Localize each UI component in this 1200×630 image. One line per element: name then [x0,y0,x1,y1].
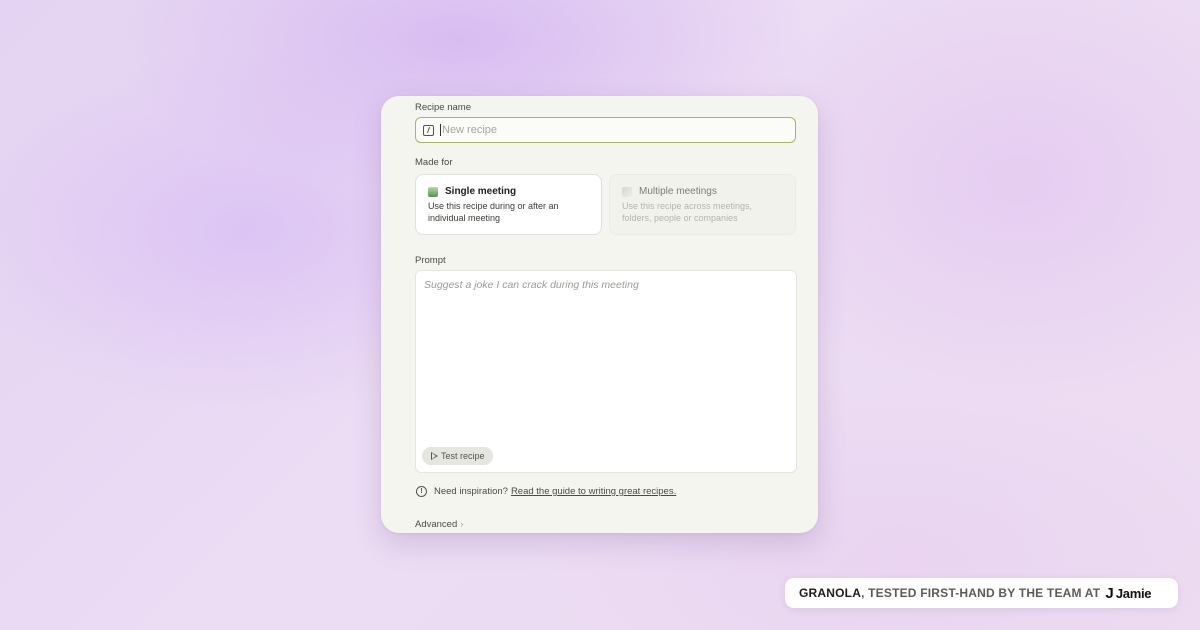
recipe-name-input[interactable] [441,124,762,136]
prompt-box: Test recipe [415,270,797,473]
option-title: Multiple meetings [639,186,717,197]
test-recipe-label: Test recipe [441,451,485,461]
prompt-label: Prompt [415,255,446,266]
jamie-logo-icon: J [1105,584,1114,602]
option-multiple-meetings[interactable]: Multiple meetings Use this recipe across… [609,174,796,235]
option-head: Single meeting [428,186,589,197]
option-description: Use this recipe across meetings, folders… [622,200,783,224]
prompt-textarea[interactable] [422,277,786,441]
guide-link[interactable]: Read the guide to writing great recipes. [511,486,676,497]
option-desc-line: Use this recipe across meetings, [622,201,753,211]
option-description: Use this recipe during or after an indiv… [428,200,589,224]
advanced-label: Advanced [415,519,458,530]
chevron-right-icon: › [460,519,464,529]
option-head: Multiple meetings [622,186,783,197]
option-desc-line: folders, people or companies [622,213,738,223]
play-icon [431,452,438,460]
unchecked-icon [622,186,632,197]
tagline: , TESTED FIRST-HAND BY THE TEAM AT [861,586,1101,600]
advanced-toggle[interactable]: Advanced › [415,519,463,530]
info-icon: ! [416,486,427,497]
recipe-name-label: Recipe name [415,102,471,113]
option-desc-line: Use this recipe during or after an [428,201,559,211]
recipe-name-field[interactable] [415,117,796,143]
edit-icon [423,124,434,136]
recipe-editor-card: Recipe name Made for Single meeting Use … [381,96,818,533]
brand-name: GRANOLA [799,586,862,600]
checked-icon [428,186,438,197]
test-recipe-button[interactable]: Test recipe [422,447,493,465]
made-for-label: Made for [415,157,453,168]
inspiration-row: ! Need inspiration? Read the guide to wr… [416,486,676,497]
option-single-meeting[interactable]: Single meeting Use this recipe during or… [415,174,602,235]
option-desc-line: individual meeting [428,213,501,223]
jamie-logo-name: Jamie [1115,585,1152,601]
attribution-badge: GRANOLA, TESTED FIRST-HAND BY THE TEAM A… [785,578,1178,608]
inspiration-text: Need inspiration? [434,486,508,497]
option-title: Single meeting [445,186,517,197]
